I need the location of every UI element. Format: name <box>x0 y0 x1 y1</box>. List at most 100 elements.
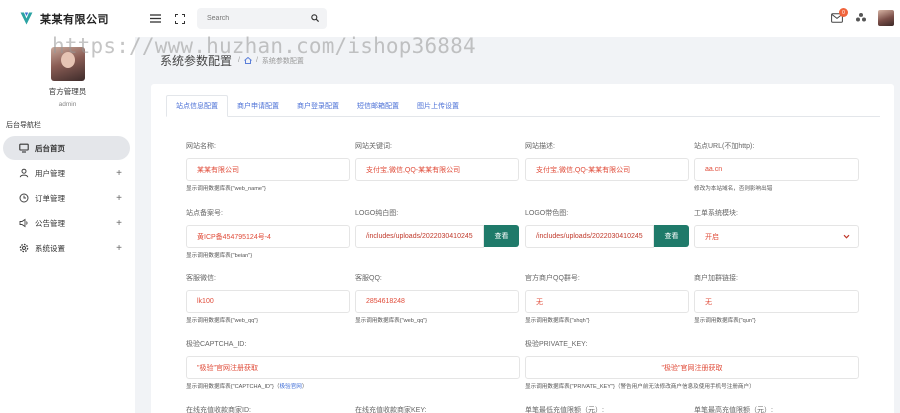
tab-site-info[interactable]: 站点信息配置 <box>166 95 228 117</box>
merchant-group-link-input[interactable]: 无 <box>694 290 859 313</box>
field-label: 网站关键词: <box>355 143 392 150</box>
logo-color-group: /includes/uploads/2022030410245 查看 <box>525 218 689 248</box>
tab-merchant-apply[interactable]: 商户申请配置 <box>228 95 288 117</box>
sidebar-item-settings[interactable]: 系统设置 + <box>3 236 130 260</box>
field-help: 修改为本站域名，否则影响出错 <box>694 186 773 192</box>
site-name-field: 网站名称: 某某有限公司 显示调用数据库表{"web_name"} <box>186 141 350 192</box>
sidebar-item-label: 用户管理 <box>35 168 65 178</box>
field-help: 显示调用数据库表{"shqh"} <box>525 318 590 324</box>
user-avatar[interactable] <box>878 10 894 26</box>
service-wx-field: 客服微信: lk100 显示调用数据库表{"web_qq"} <box>186 273 350 324</box>
max-recharge-field: 单笔最高充值限额（元）: <box>694 405 859 413</box>
site-url-input[interactable]: aa.cn <box>694 158 859 181</box>
breadcrumb-separator: / <box>255 57 258 64</box>
icp-input[interactable]: 黄ICP备454795124号-4 <box>186 225 350 248</box>
field-help: 显示调用数据库表{"CAPTCHA_ID"}（极验官网） <box>186 382 520 390</box>
home-icon[interactable] <box>244 57 252 64</box>
field-label: 单笔最低充值限额（元）: <box>525 407 604 413</box>
breadcrumb-current: 系统参数配置 <box>261 57 304 65</box>
header-actions: 0 <box>831 8 894 26</box>
icp-field: 站点备案号: 黄ICP备454795124号-4 显示调用数据库表{"beian… <box>186 208 350 259</box>
pay-merchant-id-field: 在线充值收款商家ID: <box>186 405 350 413</box>
tab-merchant-login[interactable]: 商户登录配置 <box>288 95 348 117</box>
field-label: LOGO带色图: <box>525 210 569 217</box>
keywords-field: 网站关键词: 支付宝,微信,QQ-某某有限公司 <box>355 141 519 181</box>
field-label: 单笔最高充值限额（元）: <box>694 407 773 413</box>
view-logo-color-button[interactable]: 查看 <box>654 225 689 247</box>
brand-logo-icon <box>20 12 33 25</box>
merchant-group-link-field: 商户加群链接: 无 显示调用数据库表{"qun"} <box>694 273 859 324</box>
logo-white-field: LOGO纯白图: /includes/uploads/2022030410245… <box>355 208 519 248</box>
brand-name: 某某有限公司 <box>40 13 109 26</box>
page-title: 系统参数配置 <box>160 54 233 68</box>
tab-sms-email[interactable]: 短信邮箱配置 <box>348 95 408 117</box>
brand[interactable]: 某某有限公司 <box>0 0 135 37</box>
merchant-qq-group-input[interactable]: 无 <box>525 290 689 313</box>
user-icon <box>19 168 29 178</box>
logo-white-input[interactable]: /includes/uploads/2022030410245 <box>355 225 484 248</box>
pay-merchant-key-field: 在线充值收款商家KEY: <box>355 405 519 413</box>
service-wx-input[interactable]: lk100 <box>186 290 350 313</box>
sidebar: 某某有限公司 官方管理员 admin 后台导航栏 后台首页 用户管理 + 订单管… <box>0 0 135 413</box>
plus-icon: + <box>116 192 122 204</box>
search-input[interactable] <box>207 15 307 22</box>
site-name-input[interactable]: 某某有限公司 <box>186 158 350 181</box>
field-help: 显示调用数据库表{"web_qq"} <box>186 318 259 324</box>
clock-icon <box>19 193 29 203</box>
search-box <box>197 8 327 29</box>
field-label: 在线充值收款商家ID: <box>186 407 251 413</box>
sidebar-item-label: 订单管理 <box>35 193 65 203</box>
top-header: 0 <box>135 0 900 37</box>
description-input[interactable]: 支付宝,微信,QQ-某某有限公司 <box>525 158 689 181</box>
page-heading: 系统参数配置 / / 系统参数配置 <box>160 52 304 69</box>
sidebar-item-users[interactable]: 用户管理 + <box>3 161 130 185</box>
field-label: LOGO纯白图: <box>355 210 399 217</box>
private-key-input[interactable]: "极验"官网注册获取 <box>525 356 859 379</box>
monitor-icon <box>19 143 29 153</box>
ticket-select[interactable]: 开启 <box>694 225 859 248</box>
sidebar-item-label: 后台首页 <box>35 143 65 153</box>
field-label: 客服微信: <box>186 275 216 282</box>
view-logo-white-button[interactable]: 查看 <box>484 225 519 247</box>
sidebar-item-label: 系统设置 <box>35 243 65 253</box>
breadcrumb: / / 系统参数配置 <box>238 56 304 66</box>
field-help: 显示调用数据库表{"web_qq"} <box>355 318 428 324</box>
geetest-link[interactable]: 极验官网 <box>280 384 302 390</box>
field-label: 在线充值收款商家KEY: <box>355 407 427 413</box>
service-qq-input[interactable]: 2854618248 <box>355 290 519 313</box>
captcha-id-input[interactable]: "极验"官网注册获取 <box>186 356 520 379</box>
ticket-select-value: 开启 <box>705 233 719 241</box>
logo-color-input[interactable]: /includes/uploads/2022030410245 <box>525 225 654 248</box>
min-recharge-field: 单笔最低充值限额（元）: <box>525 405 689 413</box>
settings-icon[interactable] <box>855 12 867 24</box>
avatar[interactable] <box>50 47 85 81</box>
speaker-icon <box>19 218 29 228</box>
profile: 官方管理员 admin <box>0 47 135 108</box>
keywords-input[interactable]: 支付宝,微信,QQ-某某有限公司 <box>355 158 519 181</box>
tab-bar: 站点信息配置 商户申请配置 商户登录配置 短信邮箱配置 图片上传设置 <box>166 95 880 117</box>
sidebar-item-label: 公告管理 <box>35 218 65 228</box>
sidebar-nav: 后台首页 用户管理 + 订单管理 + 公告管理 + 系统设置 + <box>0 136 135 260</box>
chevron-down-icon <box>843 234 850 239</box>
field-label: 官方商户QQ群号: <box>525 275 580 282</box>
mail-button[interactable]: 0 <box>831 8 848 23</box>
search-icon[interactable] <box>311 14 319 22</box>
field-help-text: 显示调用数据库表{"CAPTCHA_ID"}（ <box>186 384 280 390</box>
logo-color-field: LOGO带色图: /includes/uploads/2022030410245… <box>525 208 689 248</box>
breadcrumb-separator: / <box>238 57 240 64</box>
hamburger-icon[interactable] <box>150 13 161 24</box>
site-url-field: 站点URL(不加http): aa.cn 修改为本站域名，否则影响出错 <box>694 141 859 192</box>
field-help: 显示调用数据库表{"PRIVATE_KEY"}（警告用户前无法修改商户信息及使用… <box>525 384 755 390</box>
fullscreen-icon[interactable] <box>175 13 185 24</box>
tab-image-upload[interactable]: 图片上传设置 <box>408 95 468 117</box>
field-label: 商户加群链接: <box>694 275 738 282</box>
sidebar-item-notices[interactable]: 公告管理 + <box>3 211 130 235</box>
field-label: 工单系统模块: <box>694 210 738 217</box>
sidebar-item-home[interactable]: 后台首页 <box>3 136 130 160</box>
merchant-qq-group-field: 官方商户QQ群号: 无 显示调用数据库表{"shqh"} <box>525 273 689 324</box>
field-label: 极验CAPTCHA_ID: <box>186 341 247 348</box>
field-label: 网站描述: <box>525 143 555 150</box>
nav-title: 后台导航栏 <box>6 122 41 129</box>
field-label: 站点URL(不加http): <box>694 143 755 150</box>
sidebar-item-orders[interactable]: 订单管理 + <box>3 186 130 210</box>
